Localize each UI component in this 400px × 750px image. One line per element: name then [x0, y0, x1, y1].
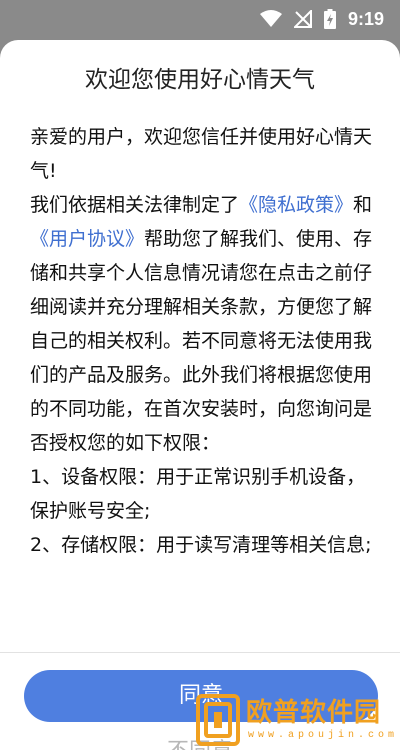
privacy-dialog: 欢迎您使用好心情天气 亲爱的用户，欢迎您信任并使用好心情天气! 我们依据相关法律… — [0, 40, 400, 750]
welcome-paragraph: 亲爱的用户，欢迎您信任并使用好心情天气! — [30, 126, 373, 182]
policy-text-before: 我们依据相关法律制定了 — [30, 194, 240, 216]
policy-paragraph: 我们依据相关法律制定了《隐私政策》和《用户协议》帮助您了解我们、使用、存储和共享… — [30, 188, 375, 460]
policy-text-after: 帮助您了解我们、使用、存储和共享个人信息情况请您在点击之前仔细阅读并充分理解相关… — [30, 228, 373, 454]
device-permission-item: 1、设备权限：用于正常识别手机设备，保护账号安全; — [30, 466, 366, 522]
watermark-text: 欧普软件园 — [246, 698, 382, 728]
watermark-url: www.apoujin.com — [248, 730, 399, 741]
divider — [0, 652, 400, 653]
status-time: 9:19 — [347, 8, 384, 29]
wifi-icon — [259, 10, 282, 27]
status-bar: 9:19 — [0, 0, 400, 38]
battery-charging-icon — [323, 9, 336, 29]
watermark-logo-icon — [196, 694, 240, 746]
signal-off-icon — [293, 10, 312, 28]
user-agreement-link[interactable]: 《用户协议》 — [30, 228, 144, 250]
site-watermark: 欧普软件园 www.apoujin.com — [196, 694, 394, 748]
dialog-body[interactable]: 亲爱的用户，欢迎您信任并使用好心情天气! 我们依据相关法律制定了《隐私政策》和《… — [30, 120, 375, 650]
dialog-title: 欢迎您使用好心情天气 — [85, 67, 315, 93]
policy-text-and: 和 — [353, 194, 373, 216]
privacy-policy-link[interactable]: 《隐私政策》 — [239, 194, 353, 216]
status-icons: 9:19 — [259, 0, 384, 38]
storage-permission-item: 2、存储权限：用于读写清理等相关信息; — [30, 534, 372, 556]
